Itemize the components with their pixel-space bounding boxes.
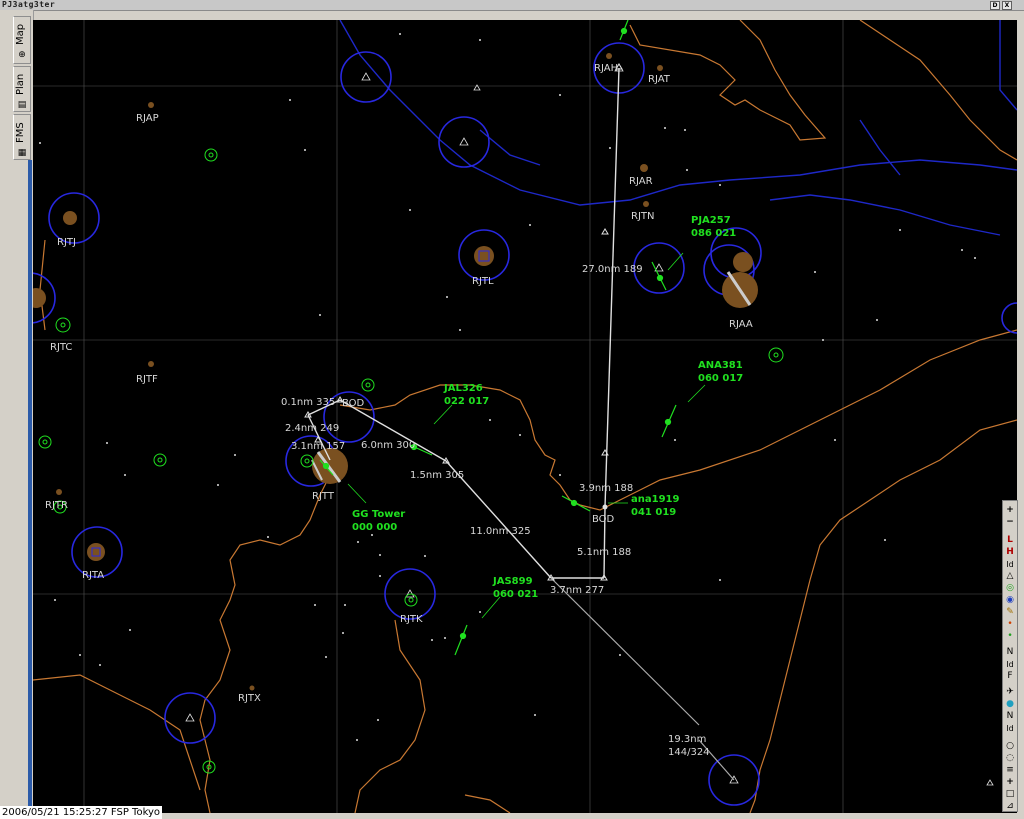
vor-icon[interactable]: ◉	[1003, 595, 1017, 606]
low-airway-button[interactable]: L	[1003, 535, 1017, 546]
green-dot-icon[interactable]: •	[1003, 631, 1017, 642]
tab-fms[interactable]: ▦ FMS	[13, 114, 31, 160]
crosshair-button[interactable]: +	[1003, 777, 1017, 788]
traffic-data: 086 021	[691, 228, 736, 239]
n-button[interactable]: N	[1003, 647, 1017, 658]
fms-icon: ▦	[17, 148, 27, 158]
square-icon[interactable]: □	[1003, 789, 1017, 800]
cyan-dot-icon[interactable]: ●	[1003, 699, 1017, 710]
map-toolbar: + − L H Id △ ◎ ◉ ✎ • • N Id F ✈ ● N Id ○…	[1002, 500, 1018, 812]
tab-plan-label: Plan	[15, 73, 26, 95]
aircraft-icon[interactable]: ✈	[1003, 687, 1017, 698]
traffic-aircraft	[319, 20, 706, 656]
airport-labels: RJAH RJAT RJAP RJAR RJTN RJTJ RJTL RJAA …	[45, 63, 753, 704]
traffic-callsign: PJA257	[691, 215, 731, 226]
airport-label: RJTF	[136, 374, 158, 385]
airport-label: RJTL	[472, 276, 494, 287]
route-waypoint-label: BOD	[592, 514, 615, 525]
water-boundaries	[339, 20, 1017, 236]
ndb-icon[interactable]: ◎	[1003, 583, 1017, 594]
close-button[interactable]: X	[1002, 1, 1012, 10]
id3-button[interactable]: Id	[1003, 723, 1017, 734]
airport-label: RJAH	[594, 63, 618, 74]
globe-icon: ⊕	[18, 50, 26, 60]
airport-label: RJTC	[50, 342, 72, 353]
airport-label: RJAR	[629, 176, 653, 187]
status-bar: 2006/05/21 15:25:27 FSP Tokyo	[0, 806, 163, 819]
f-button[interactable]: F	[1003, 671, 1017, 682]
airport-label: RJTK	[400, 614, 423, 625]
route-leg-label: 3.1nm 157	[291, 441, 345, 452]
tab-fms-label: FMS	[15, 122, 26, 143]
restore-button[interactable]: D	[990, 1, 1000, 10]
fix-dot-icon[interactable]: •	[1003, 619, 1017, 630]
vor-triangle-icon[interactable]: △	[1003, 571, 1017, 582]
airport-label: RJTX	[238, 693, 261, 704]
radar-map[interactable]: RJAH RJAT RJAP RJAR RJTN RJTJ RJTL RJAA …	[33, 20, 1017, 813]
traffic-data: 060 021	[493, 589, 538, 600]
zoom-in-button[interactable]: +	[1003, 505, 1017, 516]
route-leg-label: 3.9nm 188	[579, 483, 633, 494]
traffic-callsign: ana1919	[631, 494, 679, 505]
traffic-callsign: JAL326	[443, 383, 483, 394]
plan-icon: ▤	[17, 100, 27, 110]
airport-label: RJTA	[82, 570, 104, 581]
balloon-icon[interactable]: ◌	[1003, 753, 1017, 764]
route-leg-label: 6.0nm 300	[361, 440, 415, 451]
high-airway-button[interactable]: H	[1003, 547, 1017, 558]
airport-markers	[33, 53, 758, 691]
tab-plan[interactable]: ▤ Plan	[13, 66, 31, 112]
traffic-callsign: GG Tower	[352, 509, 405, 520]
id2-button[interactable]: Id	[1003, 659, 1017, 670]
fix-points	[39, 33, 976, 741]
map-canvas[interactable]: RJAH RJAT RJAP RJAR RJTN RJTJ RJTL RJAA …	[33, 20, 1017, 813]
window-title-bar: PJ3atg3ter D X	[0, 0, 1024, 11]
ndb-markers	[38, 148, 784, 774]
traffic-labels: PJA257 086 021 ANA381 060 017 JAL326 022…	[352, 215, 743, 600]
traffic-callsign: ANA381	[698, 360, 743, 371]
vor-rings	[33, 42, 1017, 806]
tab-map[interactable]: ⊕ Map	[13, 16, 31, 64]
n2-button[interactable]: N	[1003, 711, 1017, 722]
window-title: PJ3atg3ter	[2, 0, 56, 9]
traffic-data: 041 019	[631, 507, 676, 518]
circle-icon[interactable]: ○	[1003, 741, 1017, 752]
right-edge	[1017, 20, 1024, 813]
pencil-icon[interactable]: ✎	[1003, 607, 1017, 618]
traffic-data: 000 000	[352, 522, 397, 533]
scale-icon[interactable]: ⊿	[1003, 801, 1017, 812]
airport-label: RJTN	[631, 211, 655, 222]
route-leg-label: 3.7nm 277	[550, 585, 604, 596]
traffic-callsign: JAS899	[492, 576, 533, 587]
route-leg-label: 5.1nm 188	[577, 547, 631, 558]
traffic-data: 060 017	[698, 373, 743, 384]
route-leg-label: 11.0nm 325	[470, 526, 531, 537]
airport-label: RJAA	[729, 319, 753, 330]
airport-label: RJTR	[45, 500, 68, 511]
airport-label: RJAT	[648, 74, 671, 85]
airport-label: RJTT	[312, 491, 335, 502]
route-leg-label: 0.1nm 335	[281, 397, 335, 408]
final-leg-distance: 19.3nm	[668, 734, 706, 745]
id-toggle-button[interactable]: Id	[1003, 559, 1017, 570]
airport-label: RJAP	[136, 113, 159, 124]
route-leg-label: 1.5nm 305	[410, 470, 464, 481]
final-leg-bearing: 144/324	[668, 747, 710, 758]
list-icon[interactable]: ≡	[1003, 765, 1017, 776]
sidebar-strip	[28, 160, 32, 815]
zoom-out-button[interactable]: −	[1003, 517, 1017, 528]
airport-label: RJTJ	[57, 237, 76, 248]
side-tab-bar: ⊕ Map ▤ Plan ▦ FMS	[0, 10, 34, 815]
route-leg-label: 27.0nm 189	[582, 264, 643, 275]
route-waypoint-label: BOD	[342, 398, 365, 409]
traffic-data: 022 017	[444, 396, 489, 407]
tab-map-label: Map	[15, 23, 26, 45]
route-leg-label: 2.4nm 249	[285, 423, 339, 434]
